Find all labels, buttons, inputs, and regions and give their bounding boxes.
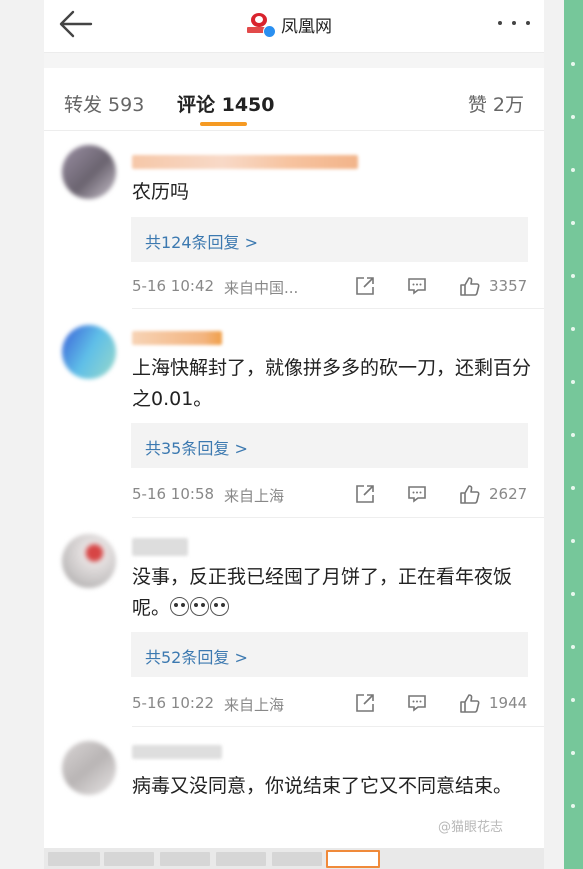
username-blurred[interactable] [132,745,222,759]
view-replies-button[interactable]: 共52条回复 > [131,632,528,677]
comment-item: 农历吗 共124条回复 > 5-16 10:42 来自中国... 3357 [44,131,544,309]
thumbnail[interactable] [48,852,100,866]
thumbnail-strip [44,848,544,869]
comment-icon[interactable] [406,483,428,505]
comment-meta: 5-16 10:58 来自上海 2627 [132,483,532,507]
view-replies-button[interactable]: 共124条回复 > [131,217,528,262]
emoji-icon [190,597,210,616]
username-blurred[interactable] [132,331,222,345]
comment-text: 上海快解封了，就像拼多多的砍一刀，还剩百分之0.01。 [132,357,532,410]
comment-item: 上海快解封了，就像拼多多的砍一刀，还剩百分之0.01。 共35条回复 > 5-1… [44,309,544,518]
thumbs-up-icon[interactable] [458,275,480,297]
comment-meta: 5-16 10:22 来自上海 1944 [132,692,532,716]
comment-text: 病毒又没同意，你说结束了它又不同意结束。 [132,775,513,797]
share-icon[interactable] [354,483,376,505]
thumbs-up-icon[interactable] [458,483,480,505]
comment-text: 农历吗 [132,181,190,203]
verified-badge-icon [263,25,276,38]
reply-count-label: 共124条回复 > [145,233,259,252]
username-blurred[interactable] [132,538,188,556]
username-blurred[interactable] [132,155,358,169]
brand-logo-icon [247,13,276,38]
thumbnail[interactable] [216,852,266,866]
comment-source: 来自上海 [224,696,285,714]
comment-source: 来自中国... [224,279,299,297]
like-count: 1944 [489,694,528,712]
comment-source: 来自上海 [224,487,285,505]
like-count: 2627 [489,485,528,503]
avatar[interactable] [62,325,116,379]
avatar[interactable] [62,145,116,199]
active-tab-indicator [200,122,247,126]
comment-meta: 5-16 10:42 来自中国... 3357 [132,275,532,299]
avatar[interactable] [62,534,116,588]
more-dots-icon[interactable] [498,10,530,36]
thumbnail[interactable] [160,852,210,866]
thumbnail[interactable] [104,852,154,866]
comment-icon[interactable] [406,692,428,714]
tab-likes[interactable]: 赞 2万 [468,90,524,117]
share-icon[interactable] [354,275,376,297]
page-title: 凤凰网 [281,16,332,37]
comment-time: 5-16 10:58 [132,485,215,503]
comment-icon[interactable] [406,275,428,297]
tab-repost[interactable]: 转发 593 [64,90,144,117]
thumbnail[interactable] [272,852,322,866]
view-replies-button[interactable]: 共35条回复 > [131,423,528,468]
arrow-left-icon[interactable] [58,8,94,40]
reply-count-label: 共52条回复 > [145,648,248,667]
watermark: @猫眼花志 [438,820,504,835]
like-count: 3357 [489,277,528,295]
comment-text: 没事，反正我已经囤了月饼了，正在看年夜饭呢。 [132,566,513,619]
comment-time: 5-16 10:22 [132,694,215,712]
thumbs-up-icon[interactable] [458,692,480,714]
account-title[interactable]: 凤凰网 [247,9,332,39]
tab-bar: 转发 593 评论 1450 赞 2万 [44,68,544,131]
reply-count-label: 共35条回复 > [145,439,248,458]
emoji-icon [170,597,190,616]
comment-item: 没事，反正我已经囤了月饼了，正在看年夜饭呢。 共52条回复 > 5-16 10:… [44,518,544,727]
side-decoration [564,0,583,869]
emoji-icon [210,597,230,616]
comment-time: 5-16 10:42 [132,277,215,295]
share-icon[interactable] [354,692,376,714]
thumbnail-active[interactable] [326,850,380,868]
top-bar: 凤凰网 [44,0,544,53]
phone-screen: 凤凰网 转发 593 评论 1450 赞 2万 农历吗 共124条回复 > 5-… [44,0,544,869]
avatar[interactable] [62,741,116,795]
